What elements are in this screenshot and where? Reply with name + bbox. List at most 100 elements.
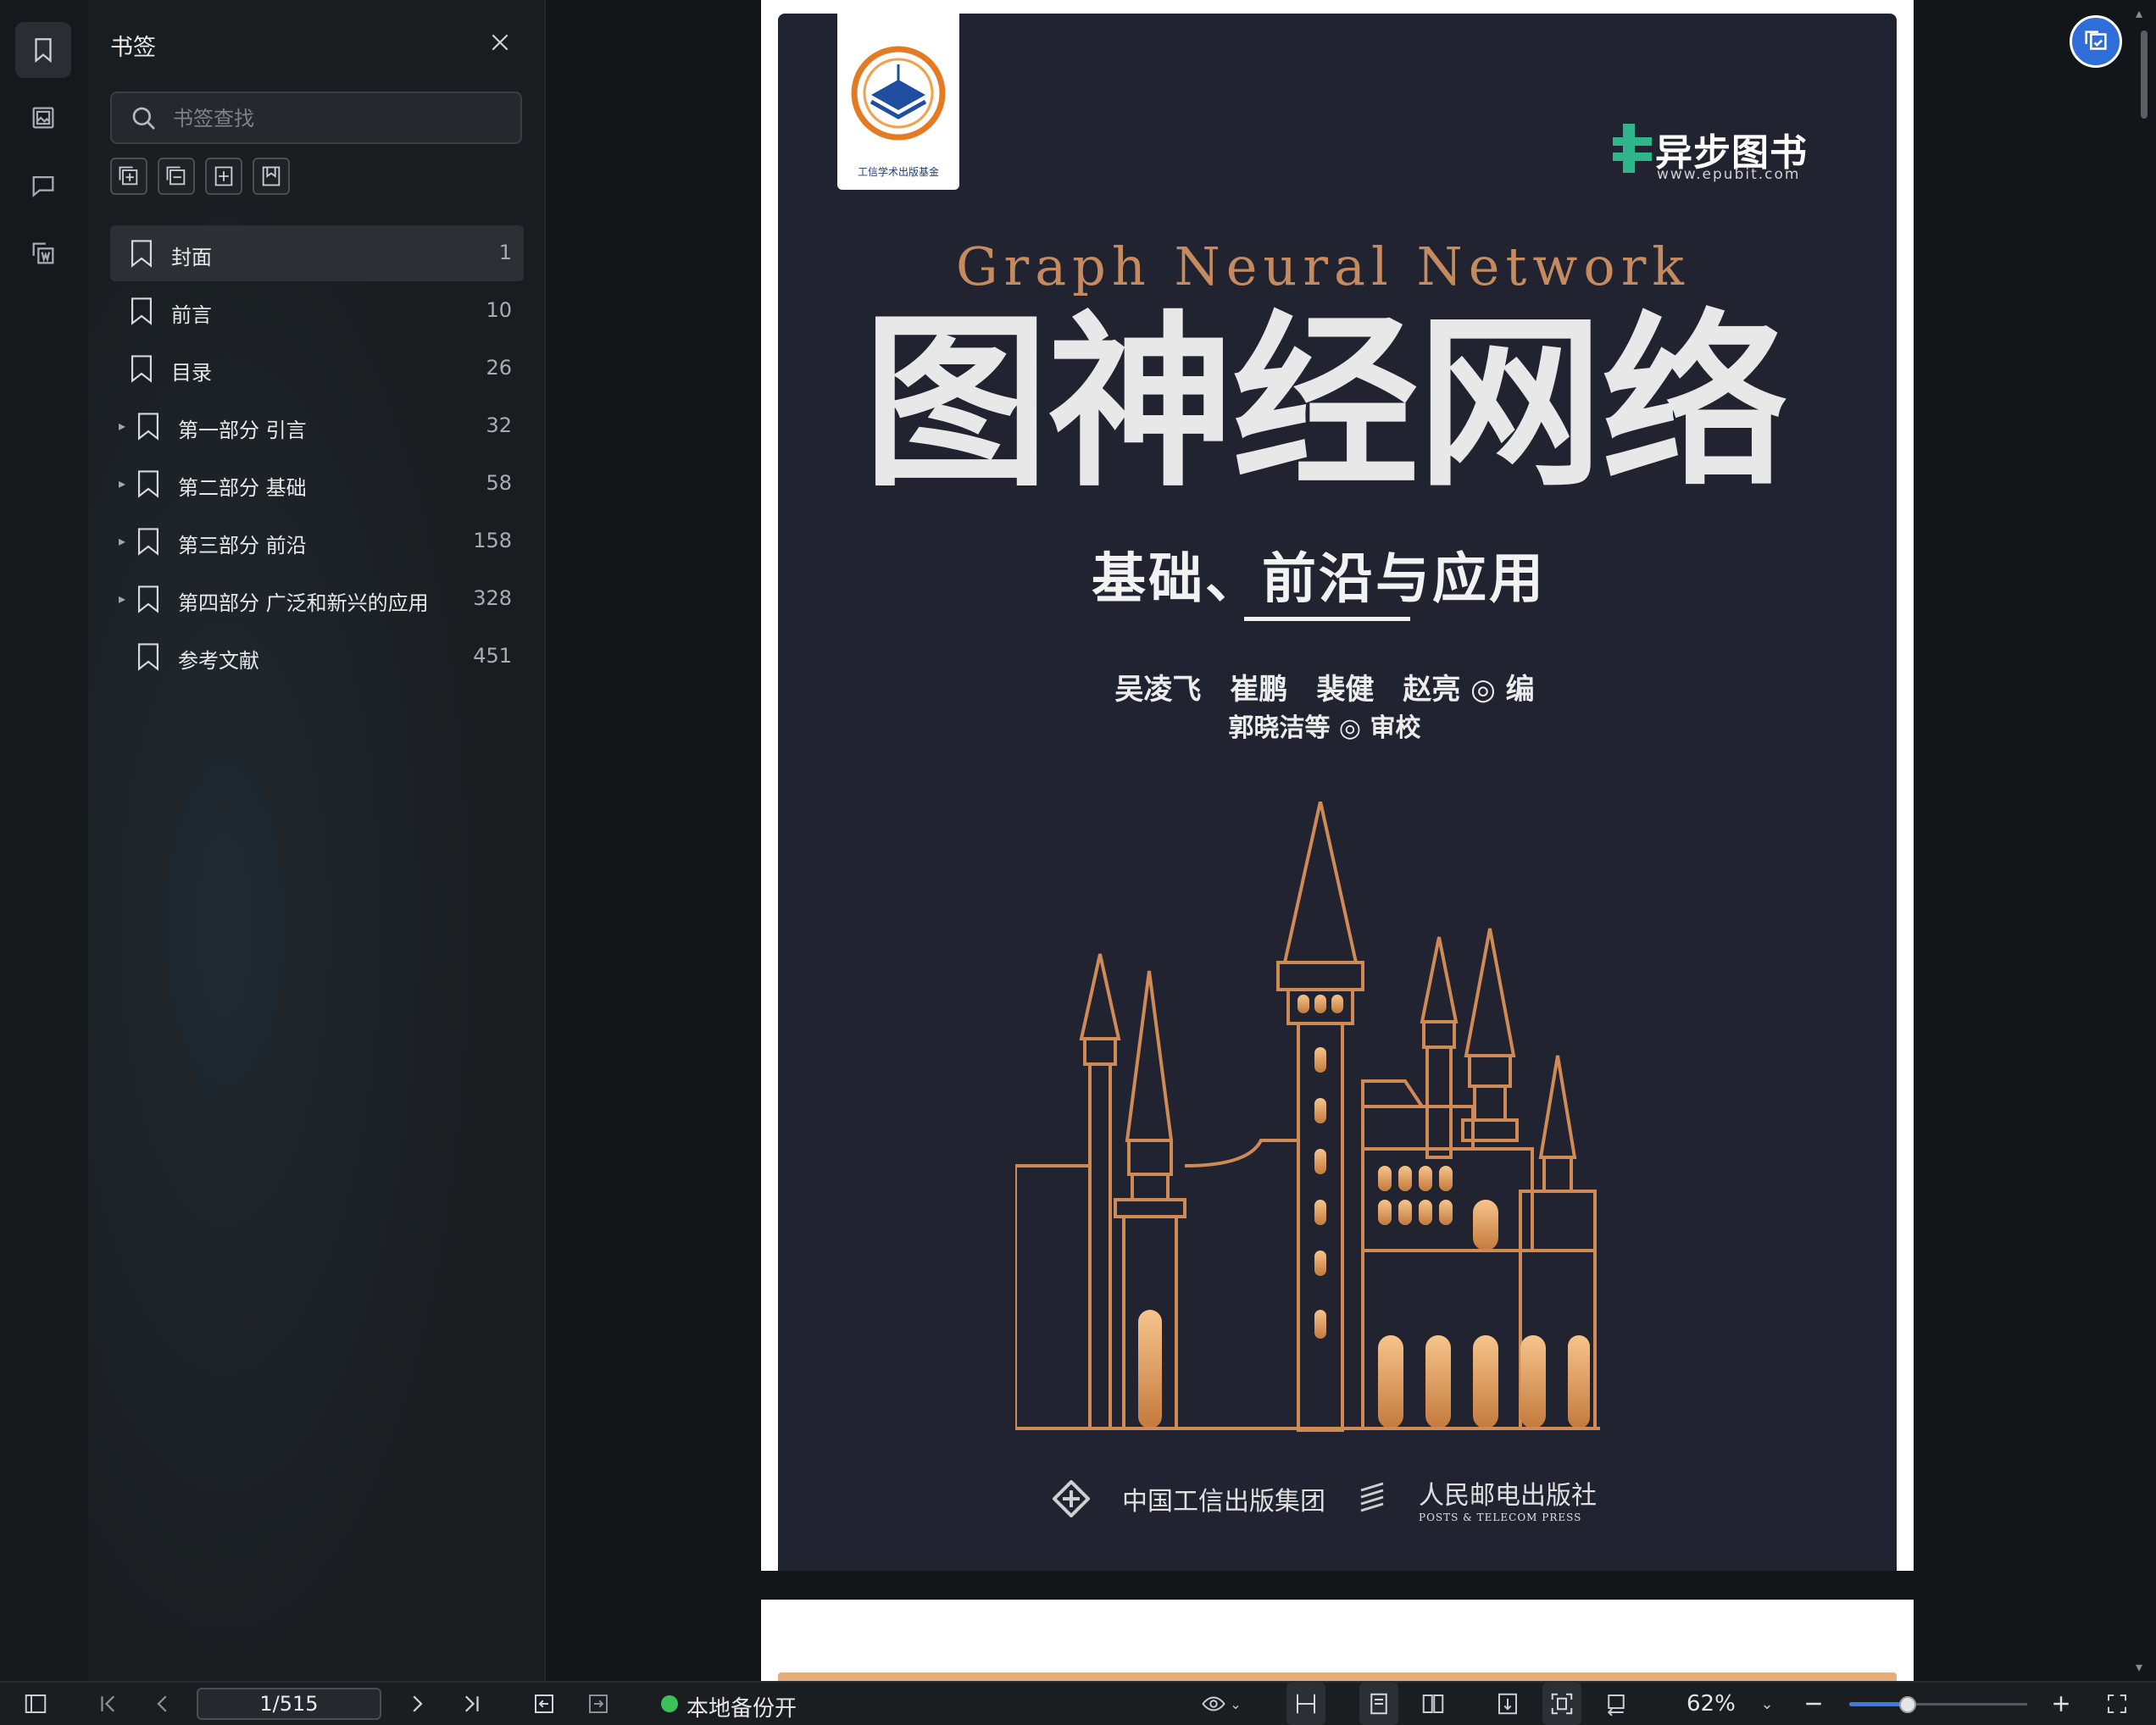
document-page-next — [761, 1600, 1914, 1681]
zoom-dropdown-button[interactable]: ⌄ — [1754, 1683, 1780, 1725]
eye-care-mode-button[interactable]: ⌄ — [1192, 1683, 1251, 1725]
go-back-button[interactable] — [525, 1683, 563, 1725]
bookmark-item-cover[interactable]: 封面 1 — [110, 225, 524, 281]
title-divider — [1244, 617, 1410, 621]
thumbnail-panel-button[interactable] — [15, 90, 71, 146]
comment-panel-button[interactable] — [15, 158, 71, 214]
bookmark-icon — [137, 413, 159, 441]
bookmark-label: 第三部分 前沿 — [178, 534, 307, 557]
zoom-level[interactable]: 62% — [1686, 1691, 1736, 1717]
fit-page-button[interactable] — [1542, 1683, 1581, 1725]
bookmark-item-preface[interactable]: 前言 10 — [110, 283, 524, 339]
rotate-icon — [1607, 1694, 1625, 1717]
publisher-url: www.epubit.com — [1657, 166, 1801, 183]
fullscreen-button[interactable] — [2098, 1683, 2136, 1725]
single-page-button[interactable] — [1359, 1683, 1398, 1725]
fund-badge: 工信学术出版基金 — [837, 14, 959, 190]
close-panel-button[interactable] — [485, 27, 515, 58]
find-text-icon — [32, 242, 54, 264]
forward-icon — [589, 1694, 608, 1713]
bookmark-search-box — [110, 92, 522, 144]
bookmark-icon — [137, 470, 159, 498]
bookmark-page: 158 — [473, 529, 512, 552]
backup-status[interactable]: 本地备份开 — [686, 1691, 797, 1722]
toggle-sidebar-button[interactable] — [17, 1683, 54, 1725]
bookmark-item-references[interactable]: 参考文献 451 — [110, 629, 524, 685]
zoom-slider-handle[interactable] — [1899, 1696, 1916, 1713]
subtitle: 基础、前沿与应用 — [1092, 548, 1546, 611]
first-page-icon — [101, 1695, 115, 1712]
document-viewer[interactable]: 工信学术出版基金 异步图书 www.epubit.com Graph Neura… — [546, 0, 2156, 1681]
next-page-header-bar — [778, 1672, 1897, 1681]
epubit-logo-icon — [1613, 124, 1652, 173]
sync-button[interactable] — [2070, 15, 2122, 68]
bookmark-label: 第四部分 广泛和新兴的应用 — [178, 591, 429, 615]
expand-caret-icon[interactable]: ▸ — [119, 475, 125, 491]
reviewers: 郭晓洁等 ◎ 审校 — [1228, 713, 1421, 743]
scroll-up-arrow-icon[interactable]: ▴ — [2136, 5, 2142, 21]
bookmark-panel: 书签 封面 1 前言 10 目录 — [88, 0, 546, 1681]
expand-caret-icon[interactable]: ▸ — [119, 418, 125, 434]
document-page: 工信学术出版基金 异步图书 www.epubit.com Graph Neura… — [761, 0, 1914, 1571]
bookmark-icon — [137, 643, 159, 671]
last-page-icon — [464, 1695, 479, 1712]
bookmark-item-contents[interactable]: 目录 26 — [110, 341, 524, 397]
bookmark-settings-button[interactable] — [253, 158, 290, 195]
bookmark-item-part4[interactable]: ▸ 第四部分 广泛和新兴的应用 328 — [110, 571, 524, 627]
page-number-input[interactable]: 1/515 — [197, 1688, 381, 1720]
expand-caret-icon[interactable]: ▸ — [119, 591, 125, 607]
add-bookmark-icon — [214, 166, 233, 186]
bookmark-item-part3[interactable]: ▸ 第三部分 前沿 158 — [110, 513, 524, 569]
bookmark-item-part2[interactable]: ▸ 第二部分 基础 58 — [110, 456, 524, 512]
authors: 吴凌飞 崔鹏 裴健 赵亮 ◎ 编 — [1114, 673, 1535, 707]
bookmark-page: 1 — [498, 241, 512, 264]
bookmark-page: 10 — [486, 298, 512, 322]
bookmark-panel-button[interactable] — [15, 22, 71, 78]
bookmark-page: 26 — [486, 356, 512, 380]
two-page-button[interactable] — [1414, 1683, 1453, 1725]
collapse-all-button[interactable] — [158, 158, 195, 195]
bookmark-icon — [35, 38, 52, 64]
publisher-b-english: POSTS & TELECOM PRESS — [1419, 1511, 1582, 1523]
chinese-title: 图神经网络 — [862, 295, 1788, 512]
rotate-page-button[interactable] — [1597, 1683, 1636, 1725]
continuous-scroll-button[interactable] — [1488, 1683, 1527, 1725]
previous-page-button[interactable] — [144, 1683, 181, 1725]
go-forward-button[interactable] — [580, 1683, 617, 1725]
vertical-scrollbar[interactable] — [2137, 12, 2149, 1672]
bookmark-list: 封面 1 前言 10 目录 26 ▸ 第一部分 引言 32 ▸ 第二部分 基础 … — [110, 225, 524, 686]
scrollbar-thumb[interactable] — [2141, 31, 2148, 119]
next-page-button[interactable] — [398, 1683, 436, 1725]
fund-caption: 工信学术出版基金 — [857, 166, 939, 178]
chevron-left-icon — [157, 1695, 167, 1712]
fit-width-button[interactable] — [1286, 1683, 1325, 1725]
bookmark-page: 58 — [486, 471, 512, 495]
fund-logo-icon — [851, 46, 946, 141]
add-bookmark-button[interactable] — [205, 158, 242, 195]
zoom-in-button[interactable] — [2044, 1683, 2078, 1725]
search-icon — [132, 107, 155, 130]
chevron-down-icon: ⌄ — [1230, 1695, 1242, 1712]
search-panel-button[interactable] — [15, 225, 71, 281]
sidebar-rail — [0, 0, 90, 1681]
bookmark-search-input[interactable] — [171, 100, 514, 137]
expand-all-button[interactable] — [110, 158, 147, 195]
bookmark-page: 451 — [473, 644, 512, 668]
last-page-button[interactable] — [453, 1683, 490, 1725]
fit-width-icon — [1297, 1694, 1315, 1714]
bookmark-page: 328 — [473, 586, 512, 610]
expand-caret-icon[interactable]: ▸ — [119, 533, 125, 549]
continuous-scroll-icon — [1498, 1693, 1517, 1715]
bookmark-item-part1[interactable]: ▸ 第一部分 引言 32 — [110, 398, 524, 454]
bookmark-icon — [137, 528, 159, 556]
plus-icon — [2053, 1696, 2069, 1711]
chevron-down-icon: ⌄ — [1760, 1694, 1774, 1713]
zoom-out-button[interactable] — [1797, 1683, 1831, 1725]
first-page-button[interactable] — [90, 1683, 127, 1725]
ptpress-logo-icon — [1360, 1482, 1384, 1512]
bookmark-page: 32 — [486, 413, 512, 437]
miit-publishing-logo-icon — [1053, 1480, 1090, 1517]
publisher-footer: 中国工信出版集团 人民邮电出版社 POSTS & TELECOM PRESS — [778, 1474, 1871, 1523]
scroll-down-arrow-icon[interactable]: ▾ — [2136, 1659, 2142, 1675]
fit-page-icon — [1551, 1693, 1573, 1715]
